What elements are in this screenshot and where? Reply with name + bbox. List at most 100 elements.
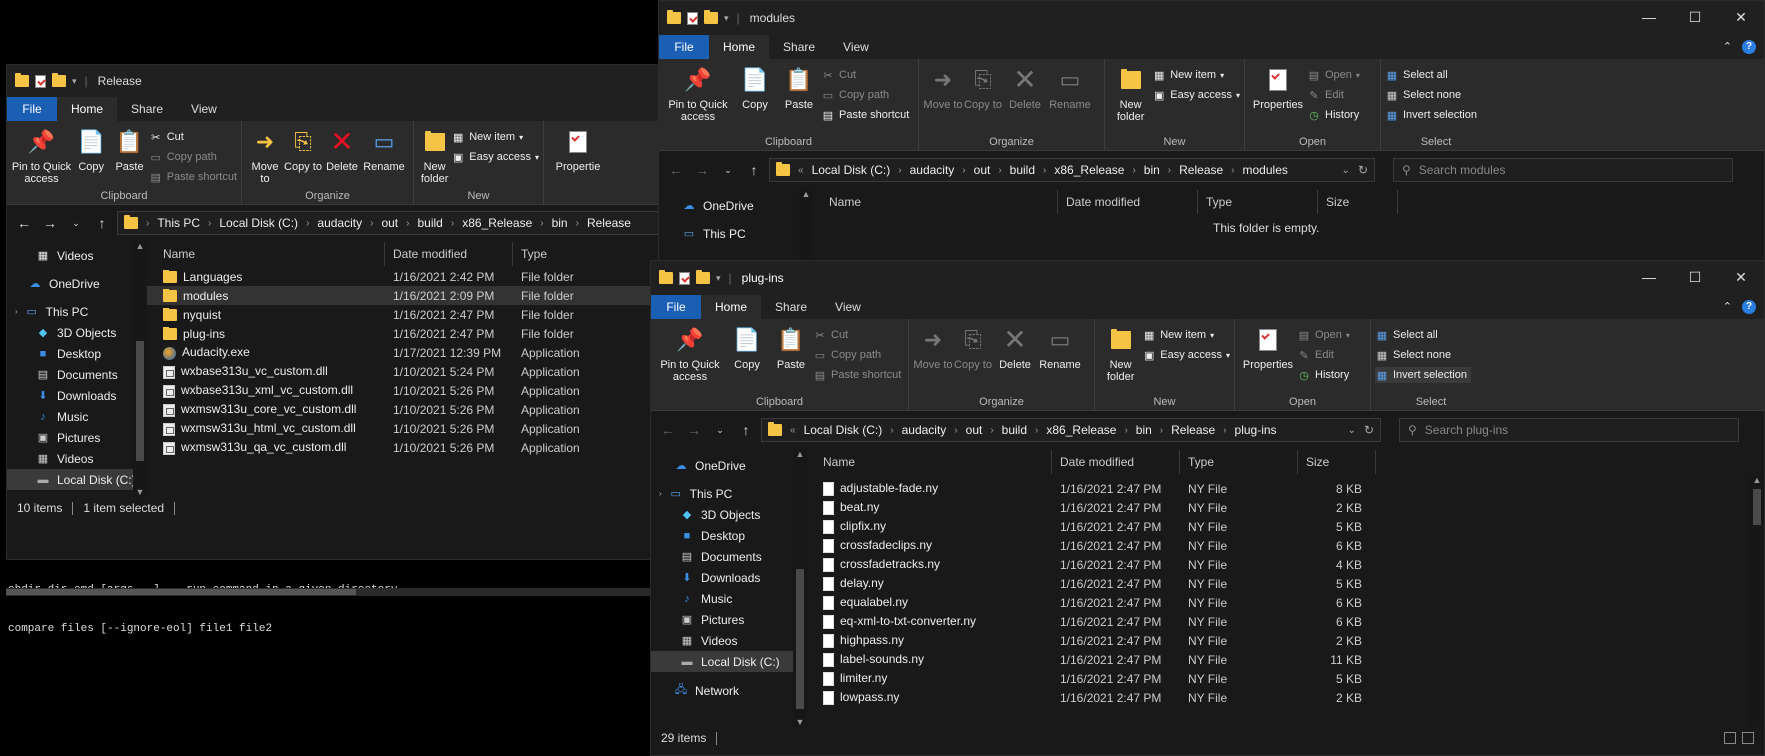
tab-share[interactable]: Share (769, 35, 829, 59)
breadcrumb-item[interactable]: This PC (157, 216, 200, 230)
column-size[interactable]: Size (1298, 450, 1376, 474)
tab-home[interactable]: Home (701, 295, 762, 319)
breadcrumb[interactable]: « Local Disk (C:) › audacity › out › build ›… (761, 418, 1381, 442)
nav-scrollbar[interactable]: ▲ (799, 189, 813, 263)
scroll-up-icon[interactable]: ▲ (793, 449, 807, 459)
paste-shortcut-button[interactable]: ▤ Paste shortcut (813, 367, 902, 383)
scroll-thumb[interactable] (6, 589, 356, 595)
refresh-icon[interactable]: ↻ (1358, 163, 1368, 177)
nav-item-music[interactable]: ♪ Music (651, 588, 807, 609)
breadcrumb-item[interactable]: Local Disk (C:) (804, 423, 883, 437)
nav-item-desktop[interactable]: ■ Desktop (651, 525, 807, 546)
qat-dropdown-icon[interactable]: ▾ (724, 13, 729, 24)
table-row[interactable]: crossfadeclips.ny 1/16/2021 2:47 PM NY Fil… (807, 536, 1764, 555)
tab-view[interactable]: View (177, 97, 231, 121)
table-row[interactable]: wxbase313u_xml_vc_custom.dll 1/10/2021 5:… (147, 381, 665, 400)
breadcrumb-item[interactable]: x86_Release (462, 216, 532, 230)
back-arrow-icon[interactable]: ← (657, 422, 679, 438)
search-input[interactable]: ⚲ Search plug-ins (1399, 418, 1739, 442)
edit-button[interactable]: ✎ Edit (1307, 87, 1360, 103)
column-name[interactable]: Name (147, 242, 385, 266)
tab-share[interactable]: Share (761, 295, 821, 319)
collapse-ribbon-icon[interactable]: ⌃ (1723, 40, 1732, 54)
console-scrollbar[interactable] (6, 588, 656, 596)
help-icon[interactable]: ? (1742, 40, 1756, 54)
nav-item-downloads[interactable]: ⬇ Downloads (651, 567, 807, 588)
table-row[interactable]: modules 1/16/2021 2:09 PM File folder (147, 286, 665, 305)
scroll-up-icon[interactable]: ▲ (1750, 475, 1764, 485)
tab-file[interactable]: File (7, 97, 57, 121)
title-bar[interactable]: ▾ | plug-ins — ☐ ✕ (651, 261, 1764, 295)
maximize-icon[interactable]: ☐ (1672, 261, 1718, 293)
recent-dropdown-icon[interactable]: ⌄ (717, 165, 739, 176)
list-scrollbar[interactable]: ▲ (1750, 475, 1764, 727)
breadcrumb[interactable]: › This PC › Local Disk (C:) › audacity › ou… (117, 211, 659, 235)
forward-arrow-icon[interactable]: → (691, 162, 713, 178)
breadcrumb-item[interactable]: out (974, 163, 991, 177)
nav-item-onedrive[interactable]: ☁ OneDrive (659, 195, 813, 216)
breadcrumb-item[interactable]: audacity (910, 163, 955, 177)
up-arrow-icon[interactable]: ↑ (91, 215, 113, 231)
title-bar[interactable]: ▾ | Release (7, 65, 665, 97)
tab-file[interactable]: File (659, 35, 709, 59)
nav-item-network[interactable]: 🖧 Network (651, 680, 807, 701)
breadcrumb-item[interactable]: x86_Release (1054, 163, 1124, 177)
cut-button[interactable]: ✂ Cut (821, 67, 909, 83)
breadcrumb-item[interactable]: bin (552, 216, 568, 230)
new-item-button[interactable]: ▦ New item ▾ (451, 129, 539, 145)
table-row[interactable]: delay.ny 1/16/2021 2:47 PM NY File 5 KB (807, 574, 1764, 593)
select-none-button[interactable]: ▦ Select none (1375, 347, 1471, 363)
scroll-down-icon[interactable]: ▼ (793, 717, 807, 727)
table-row[interactable]: label-sounds.ny 1/16/2021 2:47 PM NY File 1… (807, 650, 1764, 669)
breadcrumb-item[interactable]: audacity (317, 216, 362, 230)
nav-item-videos-2[interactable]: ▦ Videos (7, 448, 147, 469)
details-view-icon[interactable] (1724, 732, 1736, 744)
help-icon[interactable]: ? (1742, 300, 1756, 314)
select-all-button[interactable]: ▦ Select all (1375, 327, 1471, 343)
properties-qat-icon[interactable] (687, 11, 698, 25)
expand-chevron-icon[interactable]: › (659, 489, 662, 498)
forward-arrow-icon[interactable]: → (39, 215, 61, 231)
nav-item-videos[interactable]: ▦ Videos (7, 245, 147, 266)
table-row[interactable]: nyquist 1/16/2021 2:47 PM File folder (147, 305, 665, 324)
scroll-up-icon[interactable]: ▲ (799, 189, 813, 199)
column-date[interactable]: Date modified (1058, 190, 1198, 214)
breadcrumb-item[interactable]: out (381, 216, 398, 230)
breadcrumb-item[interactable]: Release (587, 216, 631, 230)
scroll-thumb[interactable] (1753, 489, 1761, 525)
qat-dropdown-icon[interactable]: ▾ (716, 273, 721, 284)
up-arrow-icon[interactable]: ↑ (743, 162, 765, 178)
easy-access-button[interactable]: ▣ Easy access ▾ (1152, 87, 1240, 103)
new-folder-qat-icon[interactable] (52, 73, 66, 87)
tab-view[interactable]: View (821, 295, 875, 319)
table-row[interactable]: wxmsw313u_qa_vc_custom.dll 1/10/2021 5:26… (147, 438, 665, 457)
scroll-thumb[interactable] (796, 569, 804, 709)
nav-item-onedrive[interactable]: ☁ OneDrive (651, 455, 807, 476)
copy-path-button[interactable]: ▭ Copy path (813, 347, 901, 363)
copy-path-button[interactable]: ▭ Copy path (149, 149, 237, 165)
breadcrumb-item[interactable]: Release (1171, 423, 1215, 437)
breadcrumb[interactable]: « Local Disk (C:) › audacity › out › build ›… (769, 158, 1375, 182)
nav-item-videos[interactable]: ▦ Videos (651, 630, 807, 651)
minimize-icon[interactable]: — (1626, 1, 1672, 33)
up-arrow-icon[interactable]: ↑ (735, 422, 757, 438)
search-input[interactable]: ⚲ Search modules (1393, 158, 1733, 182)
history-button[interactable]: ◷ History (1297, 367, 1350, 383)
tab-share[interactable]: Share (117, 97, 177, 121)
easy-access-button[interactable]: ▣ Easy access ▾ (451, 149, 539, 165)
table-row[interactable]: Languages 1/16/2021 2:42 PM File folder (147, 267, 665, 286)
close-icon[interactable]: ✕ (1718, 261, 1764, 293)
close-icon[interactable]: ✕ (1718, 1, 1764, 33)
scroll-thumb[interactable] (136, 341, 144, 461)
select-none-button[interactable]: ▦ Select none (1385, 87, 1477, 103)
nav-item-documents[interactable]: ▤ Documents (651, 546, 807, 567)
table-row[interactable]: Audacity.exe 1/17/2021 12:39 PM Applicatio… (147, 343, 665, 362)
column-name[interactable]: Name (813, 190, 1058, 214)
nav-item-onedrive[interactable]: ☁ OneDrive (7, 273, 147, 294)
invert-selection-button[interactable]: ▦ Invert selection (1385, 107, 1477, 123)
copy-path-button[interactable]: ▭ Copy path (821, 87, 909, 103)
column-name[interactable]: Name (807, 450, 1052, 474)
column-type[interactable]: Type (513, 242, 633, 266)
column-date[interactable]: Date modified (1052, 450, 1180, 474)
collapse-ribbon-icon[interactable]: ⌃ (1723, 300, 1732, 314)
